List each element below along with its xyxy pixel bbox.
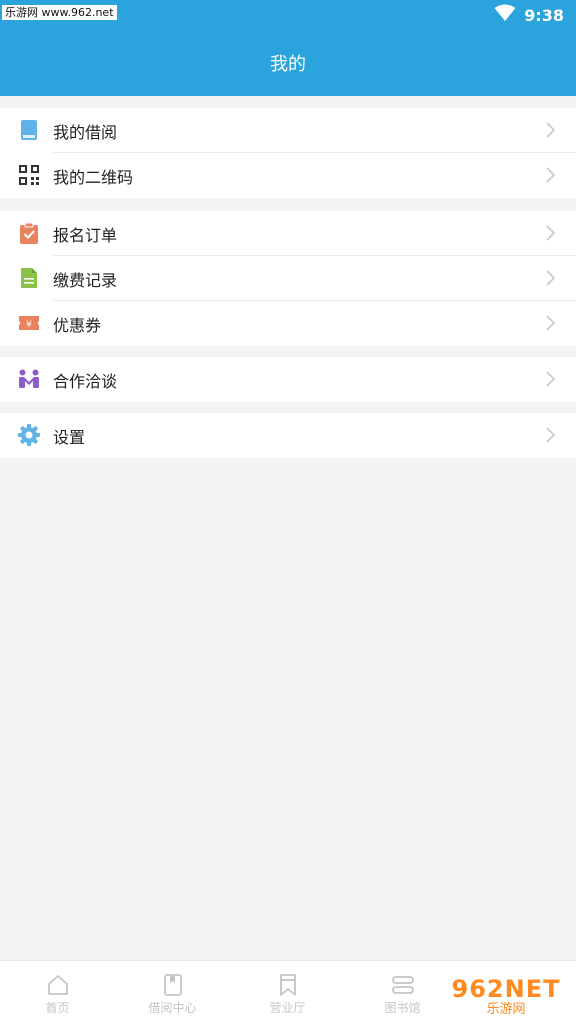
wifi-icon — [494, 4, 516, 26]
menu-item-payment-records[interactable]: 缴费记录 — [0, 256, 576, 301]
chevron-right-icon — [546, 225, 556, 241]
menu-item-registration-orders[interactable]: 报名订单 — [0, 211, 576, 256]
document-icon — [18, 267, 40, 289]
menu-label: 合作洽谈 — [53, 371, 118, 391]
menu-group-settings: 设置 — [0, 413, 576, 458]
tab-label: 营业厅 — [269, 1001, 306, 1015]
handshake-icon — [18, 368, 40, 390]
tab-label: 首页 — [45, 1001, 70, 1015]
svg-text:¥: ¥ — [26, 320, 32, 330]
menu-item-my-borrowing[interactable]: 我的借阅 — [0, 108, 576, 153]
tab-service-hall[interactable]: 营业厅 — [230, 961, 345, 1025]
page-header: 我的 — [0, 30, 576, 96]
tab-label: 图书馆 — [384, 1001, 421, 1015]
menu-label: 报名订单 — [53, 225, 118, 245]
menu-label: 设置 — [53, 427, 86, 447]
menu-group-orders: 报名订单 缴费记录 ¥ 优惠券 — [0, 211, 576, 346]
watermark-sub: 乐游网 — [486, 1001, 526, 1017]
bookmark-icon — [276, 973, 300, 997]
watermark-text: 乐游网 www.962.net — [2, 5, 117, 20]
bookmark-book-icon — [161, 973, 185, 997]
menu-item-settings[interactable]: 设置 — [0, 413, 576, 458]
library-icon — [391, 973, 415, 997]
clock: 9:38 — [524, 5, 564, 25]
menu-item-my-qrcode[interactable]: 我的二维码 — [0, 153, 576, 198]
page-title: 我的 — [270, 54, 306, 75]
chevron-right-icon — [546, 122, 556, 138]
tab-home[interactable]: 首页 — [0, 961, 115, 1025]
tab-label: 借阅中心 — [148, 1001, 197, 1015]
tab-borrowing-center[interactable]: 借阅中心 — [115, 961, 230, 1025]
menu-group-cooperation: 合作洽谈 — [0, 357, 576, 402]
chevron-right-icon — [546, 371, 556, 387]
status-bar: 乐游网 www.962.net 9:38 — [0, 0, 576, 30]
chevron-right-icon — [546, 427, 556, 443]
chevron-right-icon — [546, 315, 556, 331]
menu-label: 优惠券 — [53, 315, 102, 335]
chevron-right-icon — [546, 167, 556, 183]
book-icon — [18, 119, 40, 141]
gear-icon — [18, 424, 40, 446]
clipboard-check-icon — [18, 222, 40, 244]
qrcode-icon — [18, 164, 40, 186]
coupon-icon: ¥ — [18, 312, 40, 334]
menu-group-library: 我的借阅 我的二维码 — [0, 108, 576, 198]
chevron-right-icon — [546, 270, 556, 286]
menu-label: 缴费记录 — [53, 270, 118, 290]
menu-label: 我的二维码 — [53, 167, 134, 187]
watermark-logo: 962NET 乐游网 — [436, 968, 576, 1024]
menu-item-cooperation[interactable]: 合作洽谈 — [0, 357, 576, 402]
menu-item-coupons[interactable]: ¥ 优惠券 — [0, 301, 576, 346]
home-icon — [46, 973, 70, 997]
watermark-brand: 962NET — [451, 974, 561, 1003]
menu-label: 我的借阅 — [53, 122, 118, 142]
